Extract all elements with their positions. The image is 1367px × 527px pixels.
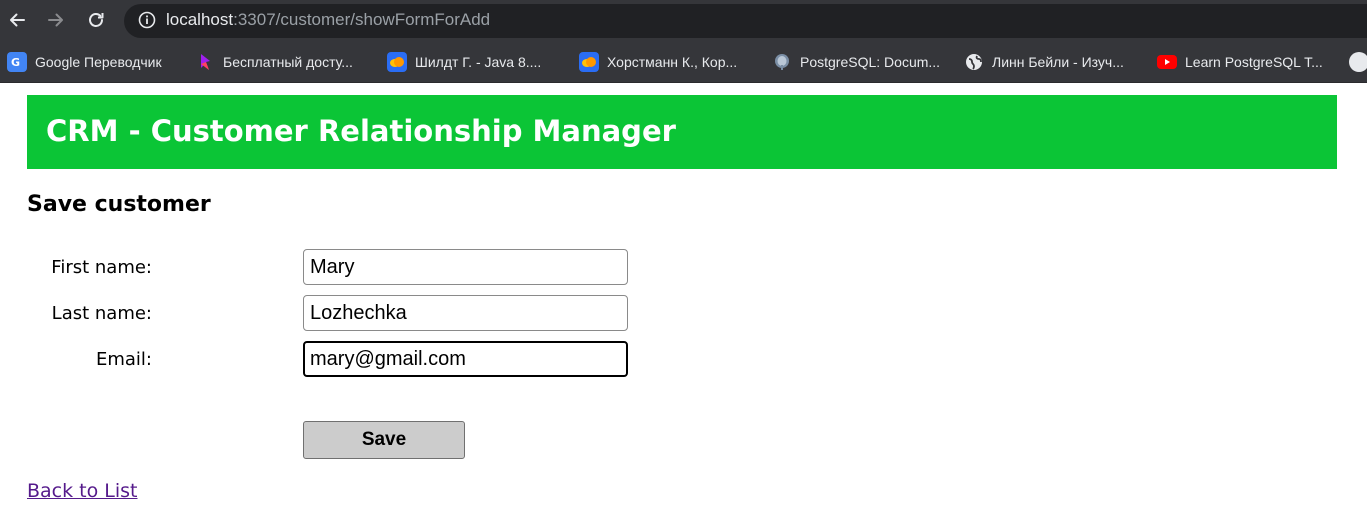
first-name-field[interactable]	[303, 249, 628, 285]
site-info-icon[interactable]	[138, 11, 156, 29]
header-banner: CRM - Customer Relationship Manager	[27, 95, 1337, 169]
url-path: :3307/customer/showFormForAdd	[233, 10, 491, 29]
bookmark-icon	[195, 52, 215, 72]
browser-toolbar: localhost:3307/customer/showFormForAdd	[0, 0, 1367, 42]
github-icon[interactable]	[1349, 51, 1367, 73]
globe-icon	[964, 52, 984, 72]
bookmark-label: PostgreSQL: Docum...	[800, 54, 941, 70]
bookmark-label: Бесплатный досту...	[223, 54, 353, 70]
last-name-label: Last name:	[51, 303, 152, 324]
forward-arrow-icon[interactable]	[42, 6, 70, 34]
bookmark-google-translate[interactable]: G Google Переводчик	[7, 51, 162, 73]
first-name-label: First name:	[51, 257, 152, 278]
back-to-list-link[interactable]: Back to List	[27, 480, 138, 502]
bookmark-label: Линн Бейли - Изуч...	[992, 54, 1124, 70]
last-name-field[interactable]	[303, 295, 628, 331]
bookmark-free-access[interactable]: Бесплатный досту...	[195, 51, 353, 73]
back-arrow-icon[interactable]	[3, 6, 31, 34]
reload-icon[interactable]	[82, 6, 110, 34]
postgresql-icon	[772, 52, 792, 72]
email-field[interactable]	[303, 341, 628, 377]
address-bar-url: localhost:3307/customer/showFormForAdd	[166, 10, 490, 30]
google-translate-icon: G	[7, 52, 27, 72]
bookmark-schildt-java[interactable]: Шилдт Г. - Java 8....	[387, 51, 541, 73]
svg-text:G: G	[11, 56, 20, 69]
bookmark-label: Google Переводчик	[35, 54, 162, 70]
bookmarks-bar: G Google Переводчик Бесплатный досту... …	[0, 42, 1367, 83]
url-host: localhost	[166, 10, 234, 29]
bookmark-label: Шилдт Г. - Java 8....	[415, 54, 542, 70]
bookmark-horstmann[interactable]: Хорстманн К., Кор...	[579, 51, 737, 73]
page-title: CRM - Customer Relationship Manager	[46, 114, 676, 148]
cloud-icon	[387, 52, 407, 72]
form-heading: Save customer	[27, 192, 211, 217]
bookmark-learn-postgresql[interactable]: Learn PostgreSQL T...	[1157, 51, 1323, 73]
bookmark-lynn-beighley[interactable]: Линн Бейли - Изуч...	[964, 51, 1124, 73]
bookmark-label: Learn PostgreSQL T...	[1185, 54, 1323, 70]
cloud-icon	[579, 52, 599, 72]
email-label: Email:	[95, 349, 152, 370]
bookmark-postgresql-docs[interactable]: PostgreSQL: Docum...	[772, 51, 940, 73]
github-logo-icon	[1349, 52, 1367, 72]
youtube-icon	[1157, 52, 1177, 72]
save-button[interactable]: Save	[303, 421, 465, 459]
bookmark-label: Хорстманн К., Кор...	[607, 54, 738, 70]
